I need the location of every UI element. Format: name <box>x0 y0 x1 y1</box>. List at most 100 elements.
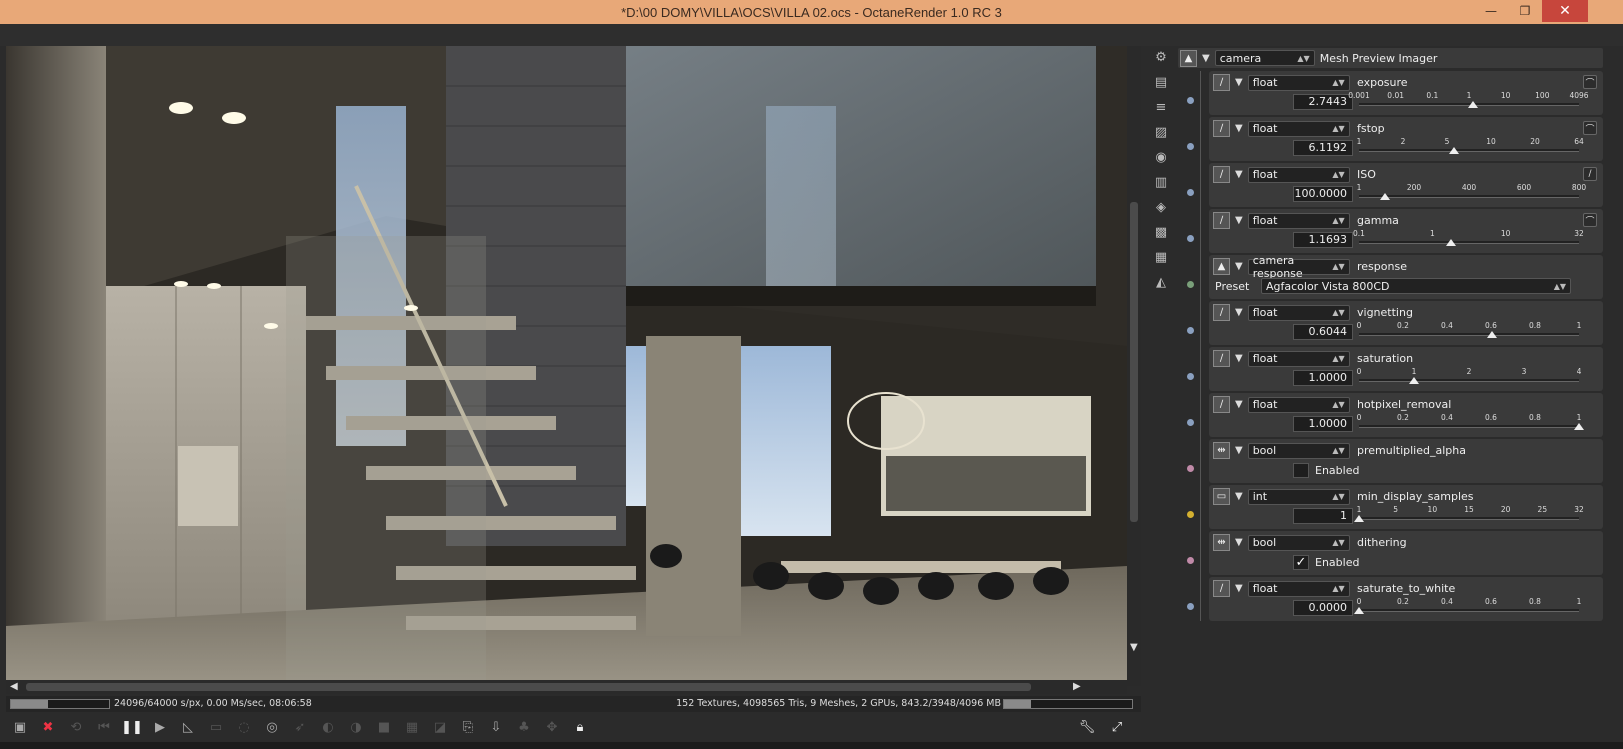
slider-thumb[interactable] <box>1354 607 1364 614</box>
slider-thumb[interactable] <box>1409 377 1419 384</box>
collapse-triangle-icon[interactable]: ▼ <box>1202 53 1210 64</box>
param-slider[interactable]: 0 0.2 0.4 0.6 0.8 1 <box>1357 413 1584 435</box>
preset-dropdown[interactable]: Agfacolor Vista 800CD ▲▼ <box>1261 278 1571 294</box>
render-viewport[interactable] <box>6 46 1127 684</box>
param-value-input[interactable]: 2.7443 <box>1293 94 1353 110</box>
image-icon[interactable]: ▨ <box>1152 123 1170 141</box>
enabled-checkbox[interactable]: ✓ <box>1293 555 1309 570</box>
log-curve-icon[interactable]: ⌒ <box>1583 75 1597 89</box>
param-slider[interactable]: 0 1 2 3 4 <box>1357 367 1581 389</box>
viewport-vertical-scrollbar[interactable]: ▼ <box>1127 46 1141 686</box>
slider-track[interactable] <box>1359 379 1579 382</box>
input-pin-icon[interactable] <box>1187 281 1194 288</box>
param-type-dropdown[interactable]: float ▲▼ <box>1247 350 1350 367</box>
restart-icon[interactable]: ⟲ <box>64 715 88 739</box>
expand-triangle-icon[interactable]: ▼ <box>1235 491 1243 502</box>
stop-render-icon[interactable]: ✖ <box>36 715 60 739</box>
rewind-icon[interactable]: ⏮ <box>92 715 116 739</box>
param-type-dropdown[interactable]: camera response ▲▼ <box>1247 254 1350 280</box>
param-slider[interactable]: 1 200 400 600 800 <box>1357 183 1586 205</box>
enabled-checkbox[interactable] <box>1293 463 1309 478</box>
log-curve-icon[interactable]: ⌒ <box>1583 213 1597 227</box>
expand-triangle-icon[interactable]: ▼ <box>1235 537 1243 548</box>
minimize-button[interactable]: — <box>1474 0 1508 22</box>
scroll-right-arrow-icon[interactable]: ▶ <box>1073 681 1081 692</box>
param-type-dropdown[interactable]: float ▲▼ <box>1247 580 1350 597</box>
expand-triangle-icon[interactable]: ▼ <box>1235 261 1243 272</box>
param-value-input[interactable]: 0.0000 <box>1293 600 1353 616</box>
slider-thumb[interactable] <box>1574 423 1584 430</box>
expand-triangle-icon[interactable]: ▼ <box>1235 169 1243 180</box>
input-pin-icon[interactable] <box>1187 235 1194 242</box>
wrench-icon[interactable]: 🔧︎ <box>1075 715 1099 739</box>
param-type-dropdown[interactable]: int ▲▼ <box>1247 488 1350 505</box>
param-value-input[interactable]: 1.0000 <box>1293 416 1353 432</box>
film-icon[interactable]: ▥ <box>1152 173 1170 191</box>
scroll-down-arrow-icon[interactable]: ▼ <box>1130 642 1138 653</box>
camera-icon[interactable]: ◉ <box>1152 148 1170 166</box>
param-type-dropdown[interactable]: float ▲▼ <box>1247 304 1350 321</box>
param-slider[interactable]: 0 0.2 0.4 0.6 0.8 1 <box>1354 597 1581 619</box>
input-pin-icon[interactable] <box>1187 603 1194 610</box>
play-icon[interactable]: ▶ <box>148 715 172 739</box>
slider-thumb[interactable] <box>1354 515 1364 522</box>
param-value-input[interactable]: 1.0000 <box>1293 370 1353 386</box>
param-value-input[interactable]: 1 <box>1293 508 1353 524</box>
kernel-icon[interactable]: ▦ <box>1152 248 1170 266</box>
vertical-scroll-thumb[interactable] <box>1130 202 1138 522</box>
slider-thumb[interactable] <box>1486 331 1497 338</box>
viewport-horizontal-scrollbar[interactable]: ◀ ▶ <box>6 680 1127 694</box>
input-pin-icon[interactable] <box>1187 97 1194 104</box>
param-type-dropdown[interactable]: bool ▲▼ <box>1247 442 1350 459</box>
expand-triangle-icon[interactable]: ▼ <box>1235 77 1243 88</box>
pick-icon[interactable]: ➶ <box>288 715 312 739</box>
log-curve-icon[interactable]: ⌒ <box>1583 121 1597 135</box>
expand-triangle-icon[interactable]: ▼ <box>1235 307 1243 318</box>
param-slider[interactable]: 0.1 1 10 32 <box>1353 229 1584 251</box>
aperture-icon[interactable]: ◌ <box>232 715 256 739</box>
input-pin-icon[interactable] <box>1187 373 1194 380</box>
alpha-icon[interactable]: ▦ <box>400 715 424 739</box>
slider-track[interactable] <box>1359 517 1579 520</box>
expand-triangle-icon[interactable]: ▼ <box>1235 123 1243 134</box>
layers-icon[interactable]: ▤ <box>1152 73 1170 91</box>
screenshot-icon[interactable]: ▣ <box>8 715 32 739</box>
imager-icon[interactable]: ▩ <box>1152 223 1170 241</box>
material-picker-icon[interactable]: ◑ <box>344 715 368 739</box>
param-type-dropdown[interactable]: bool ▲▼ <box>1247 534 1350 551</box>
close-button[interactable]: ✕ <box>1542 0 1588 22</box>
slider-track[interactable] <box>1359 241 1579 244</box>
param-slider[interactable]: 0 0.2 0.4 0.6 0.8 1 <box>1357 321 1581 343</box>
expand-triangle-icon[interactable]: ▼ <box>1235 399 1243 410</box>
param-slider[interactable]: 0.001 0.01 0.1 1 10 100 4096 <box>1348 91 1589 113</box>
expand-triangle-icon[interactable]: ▼ <box>1235 445 1243 456</box>
sub-sampling-icon[interactable]: ◪ <box>428 715 452 739</box>
pause-icon[interactable]: ❚❚ <box>120 715 144 739</box>
environment-icon[interactable]: ◈ <box>1152 198 1170 216</box>
slider-track[interactable] <box>1359 149 1579 152</box>
input-pin-icon[interactable] <box>1187 465 1194 472</box>
param-type-dropdown[interactable]: float ▲▼ <box>1247 74 1350 91</box>
param-value-input[interactable]: 1.1693 <box>1293 232 1353 248</box>
export-icon[interactable]: ⇩ <box>484 715 508 739</box>
param-slider[interactable]: 1 5 10 15 20 25 32 <box>1354 505 1584 527</box>
decal-icon[interactable]: ♣ <box>512 715 536 739</box>
linear-curve-icon[interactable]: ∕ <box>1583 167 1597 181</box>
slider-track[interactable] <box>1359 195 1579 198</box>
focus-picker-icon[interactable]: ◎ <box>260 715 284 739</box>
scroll-left-arrow-icon[interactable]: ◀ <box>10 681 18 692</box>
horizontal-scroll-thumb[interactable] <box>26 683 1031 691</box>
input-pin-icon[interactable] <box>1187 511 1194 518</box>
param-slider[interactable]: 1 2 5 10 20 64 <box>1357 137 1584 159</box>
list-icon[interactable]: ≡ <box>1152 98 1170 116</box>
input-pin-icon[interactable] <box>1187 189 1194 196</box>
param-value-input[interactable]: 0.6044 <box>1293 324 1353 340</box>
slider-thumb[interactable] <box>1380 193 1391 200</box>
param-value-input[interactable]: 100.0000 <box>1293 186 1353 202</box>
param-value-input[interactable]: 6.1192 <box>1293 140 1353 156</box>
expand-triangle-icon[interactable]: ▼ <box>1235 215 1243 226</box>
slider-thumb[interactable] <box>1446 239 1457 246</box>
slider-thumb[interactable] <box>1468 101 1479 108</box>
input-pin-icon[interactable] <box>1187 557 1194 564</box>
param-type-dropdown[interactable]: float ▲▼ <box>1247 396 1350 413</box>
